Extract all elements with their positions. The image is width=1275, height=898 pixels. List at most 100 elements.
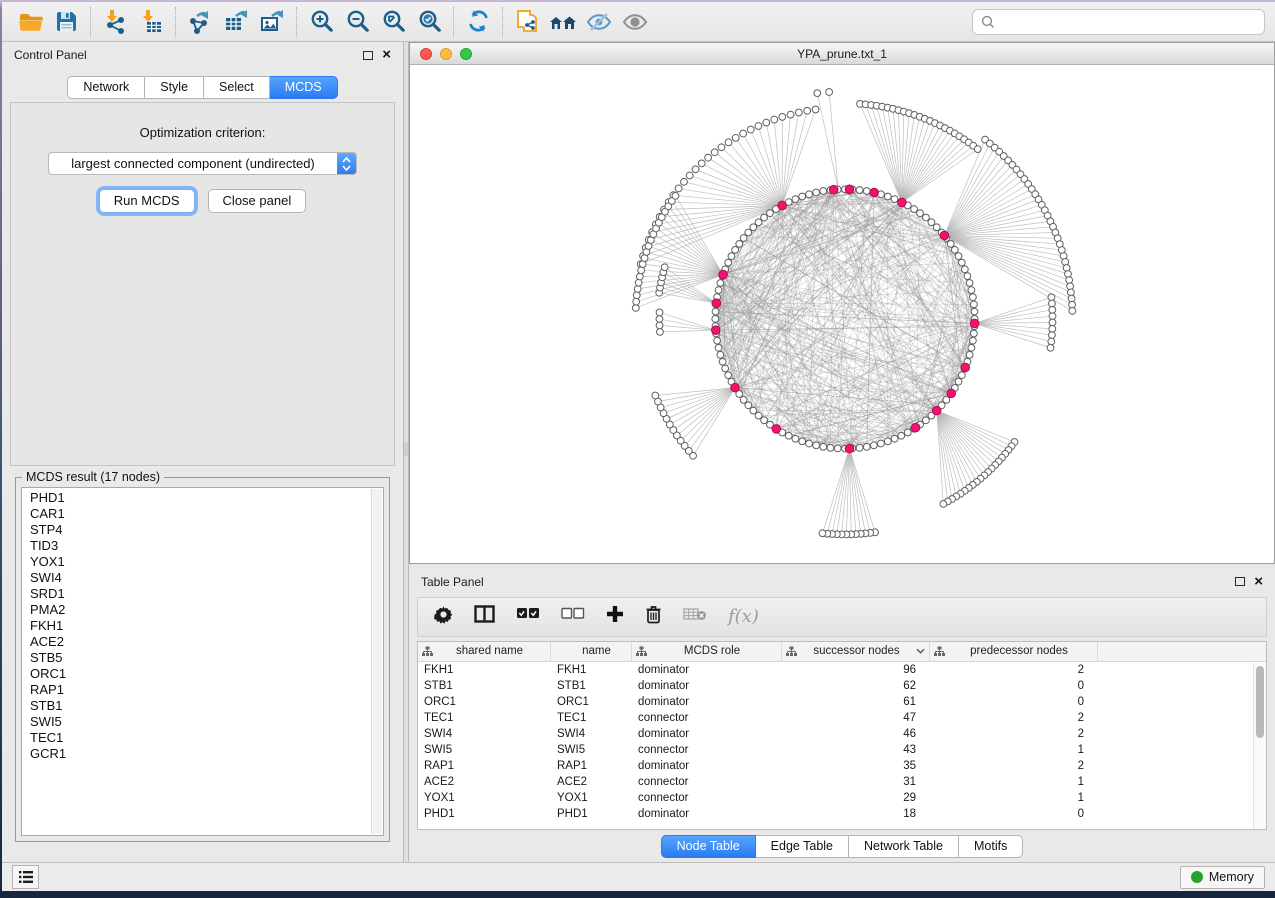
table-row[interactable]: YOX1YOX1connector291: [418, 790, 1266, 806]
close-window-icon[interactable]: [420, 48, 432, 60]
search-input[interactable]: [1001, 15, 1256, 29]
show-all-button[interactable]: [617, 6, 653, 38]
table-row[interactable]: ORC1ORC1dominator610: [418, 694, 1266, 710]
export-image-button[interactable]: [254, 6, 290, 38]
table-row[interactable]: ACE2ACE2connector311: [418, 774, 1266, 790]
show-task-history-button[interactable]: [12, 865, 39, 889]
column-header-shared-name[interactable]: shared name: [418, 642, 551, 661]
unchecked-boxes-icon: [561, 607, 585, 621]
import-table-button[interactable]: [133, 6, 169, 38]
delete-table-button[interactable]: [683, 607, 707, 626]
column-header-successor-nodes[interactable]: successor nodes: [782, 642, 930, 661]
namespace-icon: [636, 646, 647, 656]
table-options-gear-button[interactable]: [434, 605, 453, 629]
mcds-result-item[interactable]: STP4: [22, 522, 383, 538]
apply-layout-button[interactable]: [460, 6, 496, 38]
tab-mcds[interactable]: MCDS: [270, 76, 338, 99]
open-file-button[interactable]: [12, 6, 48, 38]
delete-column-button[interactable]: [645, 605, 662, 629]
tab-select[interactable]: Select: [204, 76, 270, 99]
new-network-from-selection-button[interactable]: [509, 6, 545, 38]
mcds-result-list[interactable]: PHD1CAR1STP4TID3YOX1SWI4SRD1PMA2FKH1ACE2…: [21, 487, 384, 836]
zoom-in-button[interactable]: [303, 6, 339, 38]
column-header-predecessor-nodes[interactable]: predecessor nodes: [930, 642, 1098, 661]
mcds-result-item[interactable]: FKH1: [22, 618, 383, 634]
close-panel-icon[interactable]: ×: [382, 50, 391, 60]
run-mcds-button[interactable]: Run MCDS: [99, 189, 195, 213]
mcds-result-item[interactable]: STB5: [22, 650, 383, 666]
table-row[interactable]: RAP1RAP1dominator352: [418, 758, 1266, 774]
gear-icon: [434, 605, 453, 624]
mcds-result-item[interactable]: TID3: [22, 538, 383, 554]
mcds-result-item[interactable]: SWI4: [22, 570, 383, 586]
network-canvas[interactable]: [410, 65, 1274, 563]
namespace-icon: [786, 646, 797, 656]
mcds-result-item[interactable]: PMA2: [22, 602, 383, 618]
cell-predecessor_nodes: 1: [930, 744, 1098, 756]
cell-shared_name: PHD1: [418, 808, 551, 820]
table-row[interactable]: TEC1TEC1connector472: [418, 710, 1266, 726]
table-scrollbar[interactable]: [1253, 663, 1266, 829]
float-panel-icon[interactable]: [363, 51, 373, 60]
export-table-icon: [222, 8, 250, 36]
first-neighbors-button[interactable]: [545, 6, 581, 38]
save-session-button[interactable]: [48, 6, 84, 38]
column-header-MCDS-role[interactable]: MCDS role: [632, 642, 782, 661]
column-header-name[interactable]: name: [551, 642, 632, 661]
cell-mcds_role: dominator: [632, 680, 782, 692]
function-builder-button[interactable]: f(x): [728, 606, 759, 627]
mcds-result-item[interactable]: RAP1: [22, 682, 383, 698]
mcds-result-item[interactable]: CAR1: [22, 506, 383, 522]
mcds-result-item[interactable]: ACE2: [22, 634, 383, 650]
close-panel-icon[interactable]: ×: [1254, 577, 1263, 587]
maximize-window-icon[interactable]: [460, 48, 472, 60]
mcds-result-item[interactable]: SWI5: [22, 714, 383, 730]
select-all-button[interactable]: [516, 607, 540, 626]
result-scrollbar[interactable]: [371, 489, 382, 834]
export-table-button[interactable]: [218, 6, 254, 38]
float-panel-icon[interactable]: [1235, 577, 1245, 586]
minimize-window-icon[interactable]: [440, 48, 452, 60]
hide-selected-button[interactable]: [581, 6, 617, 38]
network-titlebar[interactable]: YPA_prune.txt_1: [410, 43, 1274, 65]
zoom-selected-button[interactable]: [411, 6, 447, 38]
zoom-selected-icon: [416, 8, 443, 35]
unselect-all-button[interactable]: [561, 607, 585, 626]
table-row[interactable]: FKH1FKH1dominator962: [418, 662, 1266, 678]
export-network-button[interactable]: [182, 6, 218, 38]
tab-network-table[interactable]: Network Table: [849, 835, 959, 858]
memory-button[interactable]: Memory: [1180, 866, 1265, 889]
table-row[interactable]: SWI4SWI4dominator462: [418, 726, 1266, 742]
mcds-result-item[interactable]: ORC1: [22, 666, 383, 682]
network-search[interactable]: [972, 9, 1265, 35]
table-row[interactable]: SWI5SWI5connector431: [418, 742, 1266, 758]
mcds-result-item[interactable]: YOX1: [22, 554, 383, 570]
cell-name: YOX1: [551, 792, 632, 804]
splitter-grip[interactable]: [404, 442, 408, 456]
mcds-result-item[interactable]: STB1: [22, 698, 383, 714]
vertical-splitter[interactable]: [403, 42, 409, 862]
tab-style[interactable]: Style: [145, 76, 204, 99]
table-scrollbar-thumb[interactable]: [1256, 666, 1264, 738]
table-row[interactable]: STB1STB1dominator620: [418, 678, 1266, 694]
mcds-result-item[interactable]: SRD1: [22, 586, 383, 602]
network-graph[interactable]: [410, 65, 1274, 563]
mcds-result-item[interactable]: TEC1: [22, 730, 383, 746]
tab-motifs[interactable]: Motifs: [959, 835, 1023, 858]
zoom-fit-button[interactable]: [375, 6, 411, 38]
show-columns-button[interactable]: [474, 605, 495, 628]
tab-node-table[interactable]: Node Table: [661, 835, 756, 858]
save-icon: [54, 9, 79, 34]
tab-network[interactable]: Network: [67, 76, 145, 99]
optimization-criterion-select[interactable]: largest connected component (undirected): [48, 152, 357, 175]
mcds-result-title: MCDS result (17 nodes): [22, 470, 164, 484]
mcds-result-item[interactable]: PHD1: [22, 490, 383, 506]
table-row[interactable]: PHD1PHD1dominator180: [418, 806, 1266, 822]
mcds-result-item[interactable]: GCR1: [22, 746, 383, 762]
close-panel-button[interactable]: Close panel: [208, 189, 307, 213]
add-column-button[interactable]: [606, 605, 624, 628]
cell-name: SWI5: [551, 744, 632, 756]
zoom-out-button[interactable]: [339, 6, 375, 38]
import-network-button[interactable]: [97, 6, 133, 38]
tab-edge-table[interactable]: Edge Table: [756, 835, 849, 858]
